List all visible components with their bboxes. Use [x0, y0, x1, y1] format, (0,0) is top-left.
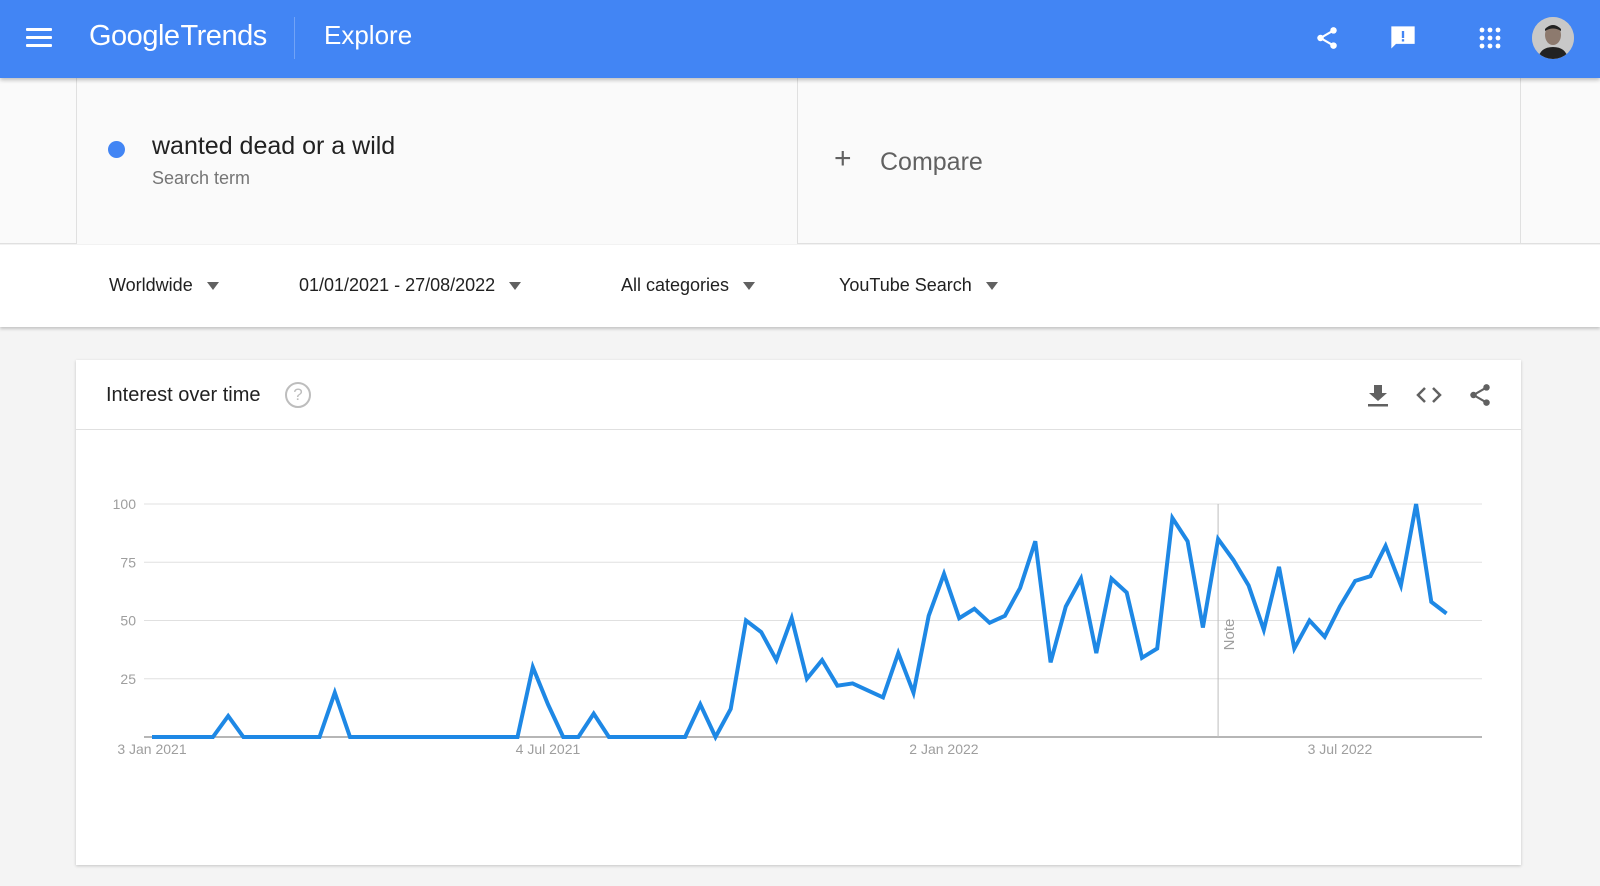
menu-icon[interactable] [26, 28, 52, 50]
top-app-bar: GoogleTrends Explore [0, 0, 1600, 78]
search-term-card[interactable]: wanted dead or a wild Search term [76, 78, 798, 244]
interest-line-chart: 25 50 75 100 Note 3 Jan 2021 4 Jul 2021 2 Jan 2… [113, 496, 1482, 757]
interest-over-time-card: Interest over time ? 25 50 75 100 Note 3 Jan … [76, 360, 1521, 865]
y-tick-label: 100 [113, 496, 137, 512]
x-tick-label: 3 Jul 2022 [1308, 741, 1373, 757]
filters-bar: Worldwide 01/01/2021 - 27/08/2022 All ca… [0, 245, 1600, 327]
search-property-dropdown[interactable]: YouTube Search [839, 275, 998, 296]
category-value: All categories [621, 275, 730, 295]
compare-button[interactable]: + Compare [798, 78, 1521, 244]
header-divider [294, 17, 295, 59]
chevron-down-icon [509, 281, 522, 290]
date-range-dropdown[interactable]: 01/01/2021 - 27/08/2022 [299, 275, 522, 296]
search-terms-section: wanted dead or a wild Search term + Comp… [0, 78, 1600, 244]
avatar[interactable] [1532, 17, 1574, 59]
x-tick-label: 4 Jul 2021 [516, 741, 581, 757]
y-tick-label: 75 [120, 554, 136, 570]
y-tick-label: 25 [120, 671, 136, 687]
term-color-dot [108, 141, 125, 158]
share-icon[interactable] [1311, 22, 1343, 54]
google-trends-logo[interactable]: GoogleTrends [89, 20, 267, 53]
y-tick-label: 50 [120, 613, 136, 629]
logo-trends: Trends [180, 20, 268, 52]
chevron-down-icon [985, 281, 998, 290]
chevron-down-icon [206, 281, 219, 290]
note-label: Note [1221, 619, 1238, 651]
category-dropdown[interactable]: All categories [621, 275, 756, 296]
search-term-type: Search term [152, 168, 251, 188]
location-dropdown[interactable]: Worldwide [109, 275, 219, 296]
logo-google: Google [89, 20, 180, 52]
search-term-text[interactable]: wanted dead or a wild [152, 132, 395, 161]
chevron-down-icon [743, 281, 756, 290]
apps-icon[interactable] [1474, 22, 1506, 54]
search-property-value: YouTube Search [839, 275, 972, 295]
x-tick-label: 2 Jan 2022 [909, 741, 978, 757]
date-range-value: 01/01/2021 - 27/08/2022 [299, 275, 496, 295]
location-value: Worldwide [109, 275, 193, 295]
x-tick-label: 3 Jan 2021 [117, 741, 186, 757]
page-title: Explore [324, 20, 413, 50]
compare-label: Compare [880, 148, 983, 176]
plus-icon: + [834, 142, 852, 175]
feedback-icon[interactable] [1387, 22, 1419, 54]
